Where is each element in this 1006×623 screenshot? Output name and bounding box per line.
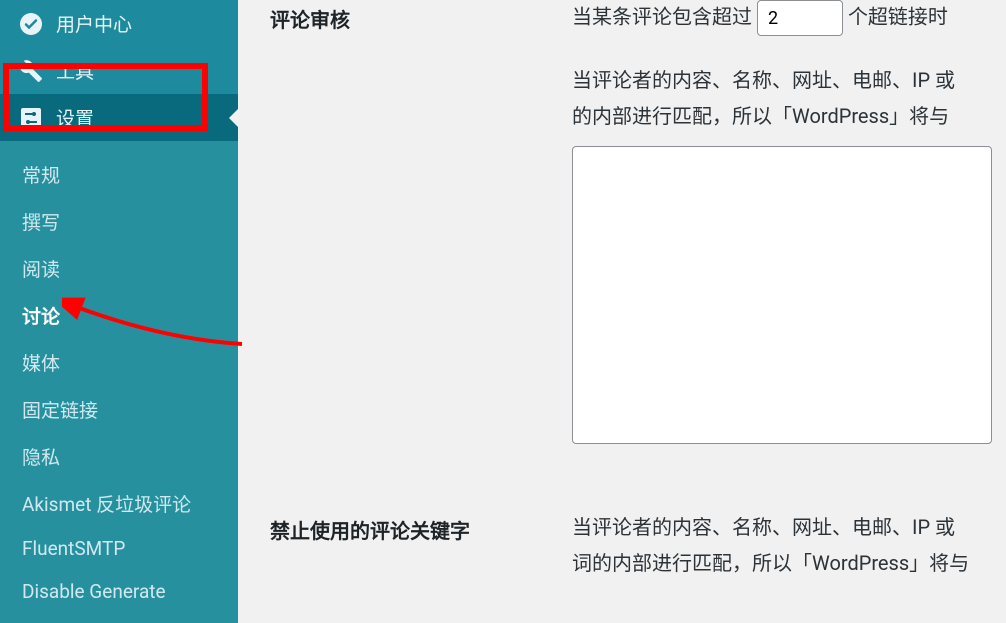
submenu-item-permalinks[interactable]: 固定链接 (0, 386, 238, 433)
disallowed-desc-line1: 当评论者的内容、名称、网址、电邮、IP 或 (572, 511, 1006, 543)
disallowed-desc-line2: 词的内部进行匹配，所以「WordPress」将与 (572, 547, 1006, 579)
submenu-item-privacy[interactable]: 隐私 (0, 433, 238, 480)
moderation-keys-textarea[interactable] (572, 146, 992, 444)
moderation-desc-line1: 当评论者的内容、名称、网址、电邮、IP 或 (572, 64, 1006, 96)
sidebar-item-user-center[interactable]: 用户中心 (0, 0, 238, 47)
comment-moderation-field: 当某条评论包含超过 个超链接时 当评论者的内容、名称、网址、电邮、IP 或 的内… (572, 0, 1006, 453)
disallowed-keys-label: 禁止使用的评论关键字 (270, 511, 572, 580)
user-check-icon (18, 11, 44, 37)
link-count-input[interactable] (757, 0, 843, 36)
disallowed-keys-row: 禁止使用的评论关键字 当评论者的内容、名称、网址、电邮、IP 或 词的内部进行匹… (270, 511, 1006, 580)
sidebar-item-tools[interactable]: 工具 (0, 47, 238, 94)
submenu-item-discussion[interactable]: 讨论 (0, 292, 238, 339)
submenu-item-fluentsmtp[interactable]: FluentSMTP (0, 527, 238, 570)
sidebar-label: 设置 (56, 104, 94, 131)
text-prefix: 当某条评论包含超过 (572, 4, 752, 28)
comment-moderation-row: 评论审核 当某条评论包含超过 个超链接时 当评论者的内容、名称、网址、电邮、IP… (270, 0, 1006, 453)
text-suffix: 个超链接时 (848, 4, 948, 28)
submenu-item-disable-generate[interactable]: Disable Generate (0, 570, 238, 613)
comment-moderation-label: 评论审核 (270, 0, 572, 453)
moderation-desc-line2: 的内部进行匹配，所以「WordPress」将与 (572, 100, 1006, 132)
main-content: 评论审核 当某条评论包含超过 个超链接时 当评论者的内容、名称、网址、电邮、IP… (238, 0, 1006, 580)
settings-submenu: 常规 撰写 阅读 讨论 媒体 固定链接 隐私 Akismet 反垃圾评论 Flu… (0, 141, 238, 623)
admin-sidebar: 用户中心 工具 设置 常规 撰写 阅读 讨论 媒体 固定链接 隐私 Akisme… (0, 0, 238, 580)
submenu-item-writing[interactable]: 撰写 (0, 198, 238, 245)
submenu-item-general[interactable]: 常规 (0, 151, 238, 198)
sidebar-item-settings[interactable]: 设置 (0, 94, 238, 141)
disallowed-keys-field: 当评论者的内容、名称、网址、电邮、IP 或 词的内部进行匹配，所以「WordPr… (572, 511, 1006, 580)
sidebar-label: 工具 (56, 57, 94, 84)
sidebar-label: 用户中心 (56, 10, 132, 37)
submenu-item-akismet[interactable]: Akismet 反垃圾评论 (0, 480, 238, 527)
wrench-icon (18, 58, 44, 84)
submenu-item-media[interactable]: 媒体 (0, 339, 238, 386)
submenu-item-reading[interactable]: 阅读 (0, 245, 238, 292)
sliders-icon (18, 105, 44, 131)
link-count-line: 当某条评论包含超过 个超链接时 (572, 0, 1006, 36)
